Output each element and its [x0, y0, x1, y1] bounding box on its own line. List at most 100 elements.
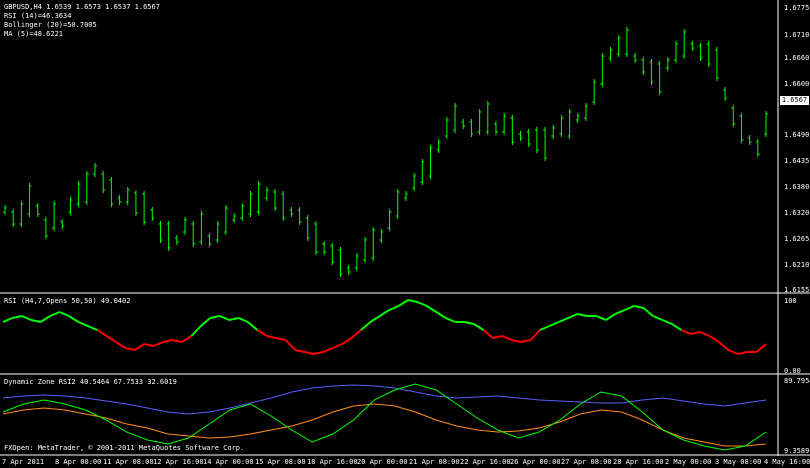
rsi-line-segment: [718, 341, 729, 351]
chart-info-ma: MA (5)=48.6221: [4, 30, 64, 38]
rsi-line-segment: [190, 325, 202, 337]
rsi-line-segment: [708, 335, 720, 343]
x-axis-label: 11 Apr 08:00: [103, 458, 154, 466]
x-axis-label: 27 Apr 08:00: [561, 458, 612, 466]
rsi-y-label: 0.00: [784, 367, 801, 375]
rsi-line-segment: [737, 351, 748, 355]
rsi-line-segment: [153, 341, 164, 347]
rsi-line-segment: [115, 341, 126, 349]
y-axis-label: 1.6320: [784, 209, 810, 217]
rsi-line-segment: [398, 299, 409, 307]
x-axis-label: 7 Apr 2011: [2, 458, 45, 466]
rsi-line-segment: [548, 321, 560, 327]
dz-upper-line: [2, 384, 767, 415]
dz-rsi-line: [2, 383, 767, 451]
current-price-label: 1.6567: [780, 96, 809, 105]
rsi-line-segment: [350, 329, 362, 339]
rsi-line-segment: [473, 323, 484, 331]
rsi-line-segment: [266, 335, 277, 339]
rsi-line-segment: [87, 325, 98, 331]
rsi-line-segment: [181, 335, 192, 343]
rsi-line-segment: [144, 343, 154, 347]
rsi-line-segment: [690, 331, 701, 335]
rsi-line-segment: [699, 331, 710, 337]
x-axis-label: 14 Apr 00:00: [203, 458, 254, 466]
y-axis-label: 1.6600: [784, 80, 810, 88]
dz-y-label: 89.7958: [784, 377, 810, 385]
y-axis-label: 1.6155: [784, 286, 810, 294]
copyright-text: FXOpen: MetaTrader, © 2001-2011 MetaQuot…: [4, 444, 245, 452]
rsi-line-segment: [12, 315, 23, 319]
y-axis-label: 1.6265: [784, 235, 810, 243]
rsi-line-segment: [134, 343, 145, 351]
rsi-line-segment: [49, 311, 60, 317]
rsi-line-segment: [59, 311, 70, 317]
rsi-line-segment: [200, 317, 211, 327]
rsi-line-segment: [661, 319, 673, 325]
rsi-line-segment: [219, 315, 230, 321]
x-axis-label: 26 Apr 00:00: [510, 458, 561, 466]
rsi-line-segment: [464, 321, 475, 325]
rsi-line-segment: [275, 337, 286, 341]
rsi-line-segment: [379, 309, 390, 317]
rsi-line-segment: [520, 339, 531, 343]
rsi-line-segment: [228, 317, 239, 321]
x-axis-label: 12 Apr 16:00: [153, 458, 204, 466]
y-axis-label: 1.6775: [784, 4, 810, 12]
rsi-line-segment: [2, 317, 13, 323]
rsi-line-segment: [577, 313, 588, 317]
y-axis-label: 1.6435: [784, 157, 810, 165]
rsi-line-segment: [501, 335, 513, 341]
rsi-line-segment: [106, 335, 117, 343]
rsi-line-segment: [624, 305, 635, 311]
rsi-y-label: 100: [784, 297, 797, 305]
rsi-line-segment: [172, 339, 183, 343]
y-axis-label: 1.6380: [784, 183, 810, 191]
chart-canvas[interactable]: [0, 0, 810, 468]
rsi-panel-label: RSI (H4,7,Opens 50,50) 49.0402: [4, 297, 131, 305]
rsi-line-segment: [633, 305, 644, 309]
rsi-line-segment: [360, 321, 372, 331]
rsi-line-segment: [435, 311, 447, 319]
rsi-line-segment: [671, 323, 682, 331]
rsi-line-segment: [369, 315, 381, 323]
rsi-line-segment: [642, 307, 654, 317]
x-axis-label: 21 Apr 08:00: [409, 458, 460, 466]
dz-panel-label: Dynamic Zone RSI2 40.5464 67.7533 32.601…: [4, 378, 177, 386]
rsi-line-segment: [68, 315, 79, 323]
x-axis-label: 28 Apr 16:00: [613, 458, 664, 466]
rsi-line-segment: [558, 317, 569, 323]
rsi-line-segment: [210, 315, 220, 319]
y-axis-label: 1.6490: [784, 131, 810, 139]
rsi-line-segment: [727, 349, 739, 355]
rsi-line-segment: [313, 351, 324, 355]
chart-info-symbol: GBPUSD,H4 1.6539 1.6573 1.6537 1.6567: [4, 3, 160, 11]
x-axis-label: 20 Apr 00:00: [357, 458, 408, 466]
rsi-line-segment: [492, 335, 503, 339]
rsi-line-segment: [567, 313, 578, 319]
rsi-line-segment: [238, 317, 249, 323]
rsi-line-segment: [426, 305, 437, 313]
rsi-line-segment: [284, 339, 296, 351]
rsi-line-segment: [755, 343, 767, 353]
rsi-line-segment: [511, 339, 522, 343]
dz-lower-line: [2, 403, 767, 447]
x-axis-label: 2 May 00:00: [665, 458, 712, 466]
rsi-line-segment: [388, 305, 400, 311]
rsi-line-segment: [445, 317, 456, 323]
rsi-line-segment: [294, 349, 305, 353]
x-axis-label: 22 Apr 16:00: [460, 458, 511, 466]
rsi-line-segment: [652, 315, 663, 321]
rsi-line-segment: [31, 319, 41, 323]
y-axis-label: 1.6660: [784, 54, 810, 62]
rsi-line-segment: [40, 315, 51, 323]
chart-info-rsi: RSI (14)=46.3634: [4, 12, 72, 20]
rsi-line-segment: [125, 347, 136, 351]
rsi-line-segment: [529, 329, 541, 341]
rsi-line-segment: [417, 301, 428, 307]
x-axis-label: 4 May 16:00: [764, 458, 810, 466]
x-axis-label: 15 Apr 08:00: [255, 458, 306, 466]
dz-y-label: 9.3589: [784, 447, 810, 455]
rsi-line-segment: [482, 329, 494, 339]
chart-info-bollinger: Bollinger (20)=50.7005: [4, 21, 97, 29]
